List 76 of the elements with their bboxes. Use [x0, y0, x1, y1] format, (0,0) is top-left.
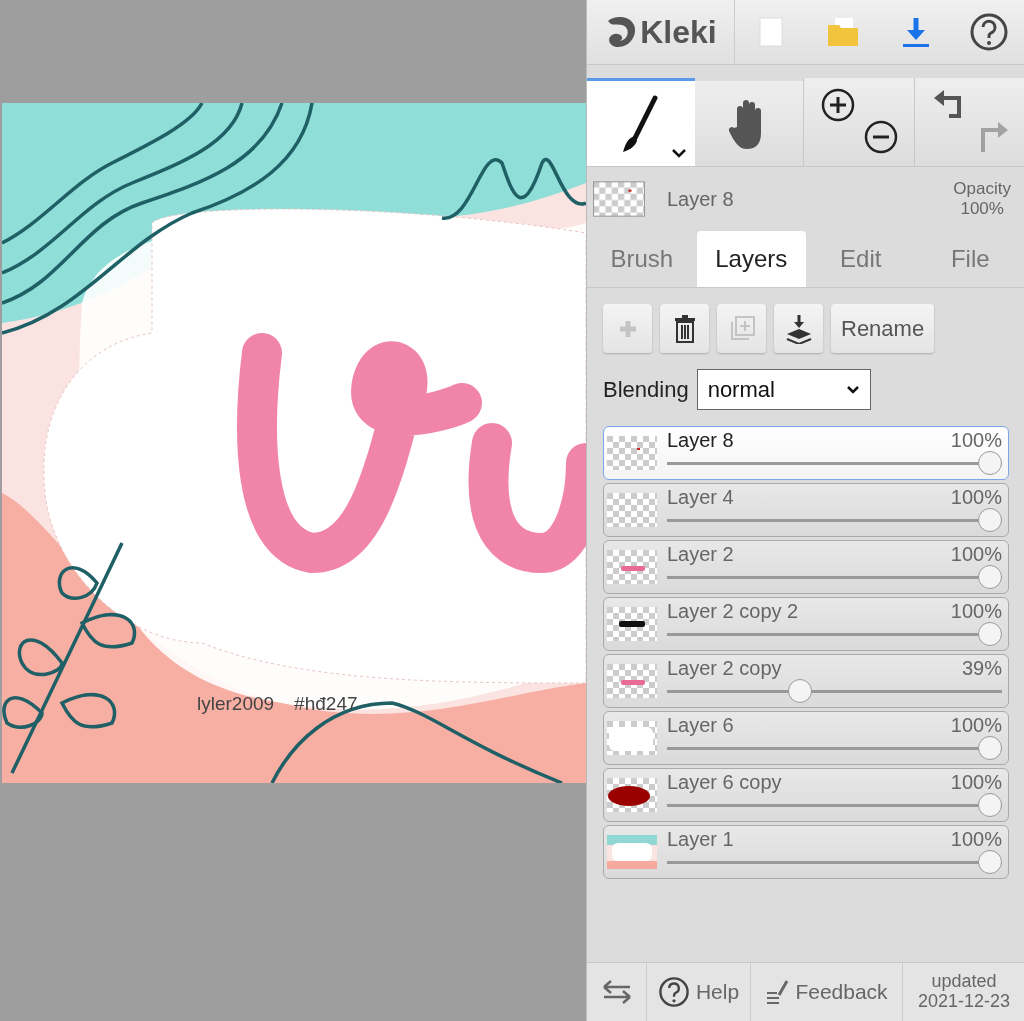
layer-item[interactable]: Layer 2 copy 39%	[603, 654, 1009, 708]
layer-thumbnail	[607, 835, 657, 869]
slider-thumb[interactable]	[978, 736, 1002, 760]
chevron-down-icon	[845, 384, 860, 395]
download-icon	[901, 16, 932, 48]
slider-thumb[interactable]	[788, 679, 813, 703]
layer-thumbnail	[607, 436, 657, 470]
layer-thumbnail	[607, 493, 657, 527]
swap-arrows-icon	[601, 979, 632, 1005]
layer-name: Layer 2	[667, 543, 734, 565]
layer-opacity: 100%	[950, 429, 1002, 451]
feedback-icon	[765, 979, 790, 1005]
layer-name: Layer 6 copy	[667, 771, 782, 793]
tool-button[interactable]	[587, 78, 695, 166]
plus-icon	[617, 318, 638, 339]
layer-name: Layer 8	[667, 429, 734, 451]
layer-thumbnail	[607, 721, 657, 755]
help-icon	[968, 12, 1009, 52]
opacity-label: Opacity	[953, 179, 1011, 199]
layer-item[interactable]: Layer 1 100%	[603, 825, 1009, 879]
canvas-caption: lyler2009	[197, 693, 275, 715]
current-layer-name: Layer 8	[667, 187, 735, 211]
tab[interactable]: Edit	[806, 231, 916, 287]
slider-thumb[interactable]	[978, 508, 1002, 532]
merge-down-icon	[785, 313, 812, 344]
chevron-down-icon	[671, 148, 687, 158]
layer-opacity: 100%	[950, 486, 1002, 508]
layer-opacity: 39%	[961, 657, 1002, 679]
layer-action-button[interactable]	[774, 304, 823, 353]
brush-icon	[621, 93, 661, 154]
opacity-value: 100%	[959, 199, 1005, 219]
layer-thumbnail	[607, 778, 657, 812]
layer-action-button[interactable]	[660, 304, 709, 353]
folder-icon	[826, 17, 861, 47]
slider-thumb[interactable]	[978, 451, 1002, 475]
feedback-link[interactable]: Feedback	[751, 963, 903, 1021]
layer-thumbnail	[607, 550, 657, 584]
zoom-out-icon[interactable]	[864, 120, 898, 154]
layer-item[interactable]: Layer 6 copy 100%	[603, 768, 1009, 822]
slider-thumb[interactable]	[978, 565, 1002, 589]
slider-thumb[interactable]	[978, 850, 1002, 874]
layer-thumbnail	[607, 607, 657, 641]
layer-item[interactable]: Layer 8 100%	[603, 426, 1009, 480]
layer-thumbnail	[593, 181, 645, 217]
layer-item[interactable]: Layer 6 100%	[603, 711, 1009, 765]
layer-name: Layer 4	[667, 486, 734, 508]
blending-label: Blending	[603, 376, 689, 403]
trash-icon	[673, 313, 696, 344]
tab[interactable]: File	[915, 231, 1024, 287]
layer-name: Layer 2 copy 2	[667, 600, 799, 622]
slider-thumb[interactable]	[978, 793, 1002, 817]
layer-item[interactable]: Layer 2 100%	[603, 540, 1009, 594]
layer-name: Layer 2 copy	[667, 657, 782, 679]
zoom-in-icon[interactable]	[821, 88, 855, 122]
update-date: 2021-12-23	[917, 992, 1011, 1012]
layer-opacity: 100%	[950, 828, 1002, 850]
blending-select[interactable]: normal	[696, 369, 871, 410]
layer-opacity: 100%	[950, 600, 1002, 622]
canvas-caption: #hđ247	[294, 693, 358, 715]
help-icon	[657, 976, 690, 1008]
rename-button[interactable]: Rename	[831, 304, 935, 353]
layer-item[interactable]: Layer 4 100%	[603, 483, 1009, 537]
app-logo: Kleki	[640, 13, 717, 51]
layer-opacity: 100%	[950, 714, 1002, 736]
new-document-icon	[759, 17, 784, 47]
layer-name: Layer 6	[667, 714, 734, 736]
tab[interactable]: Brush	[587, 231, 697, 287]
layer-thumbnail	[607, 664, 657, 698]
layer-item[interactable]: Layer 2 copy 2 100%	[603, 597, 1009, 651]
layer-opacity: 100%	[950, 543, 1002, 565]
layer-name: Layer 1	[667, 828, 734, 850]
slider-thumb[interactable]	[978, 622, 1002, 646]
tab[interactable]: Layers	[696, 231, 806, 287]
layer-opacity: 100%	[950, 771, 1002, 793]
update-date: updated	[931, 972, 997, 992]
help-link[interactable]: Help	[647, 963, 751, 1021]
